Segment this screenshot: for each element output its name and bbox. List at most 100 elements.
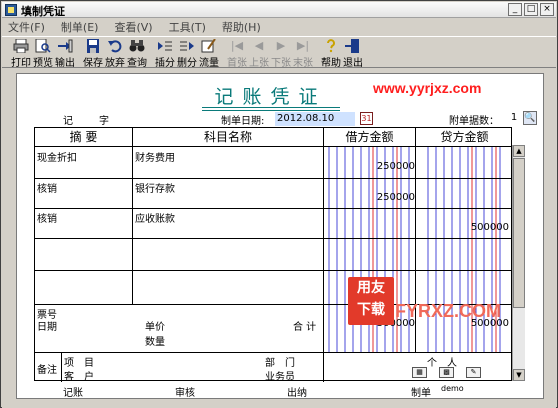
row2-summary[interactable]: 核销 xyxy=(37,180,57,195)
insert-line-button[interactable]: 插分 xyxy=(154,37,176,69)
amount-gridlines xyxy=(328,146,501,352)
menu-view[interactable]: 查看(V) xyxy=(114,19,152,35)
notebook-pen-icon xyxy=(201,39,217,53)
attach-label: 附单据数： xyxy=(449,116,499,127)
discard-label: 放弃 xyxy=(105,58,125,69)
calendar-icon[interactable]: 31 xyxy=(360,112,373,125)
query-button[interactable]: 查询 xyxy=(126,37,148,69)
last-page-icon: ▶| xyxy=(296,39,310,52)
query-label: 查询 xyxy=(127,58,147,69)
delete-line-button[interactable]: 删分 xyxy=(176,37,198,69)
next-button[interactable]: ▶ 下张 xyxy=(270,37,292,69)
unit-price-label: 单价 xyxy=(145,322,165,333)
row2-debit[interactable]: 250000 xyxy=(325,192,415,203)
voucher-type-label[interactable]: 记 xyxy=(63,112,73,127)
insert-line-label: 插分 xyxy=(155,58,175,69)
exit-label: 退出 xyxy=(343,58,363,69)
minimize-button[interactable]: _ xyxy=(508,3,522,16)
preview-label: 预览 xyxy=(33,58,53,69)
edit-icon[interactable]: ✎ xyxy=(466,367,481,378)
window-title: 填制凭证 xyxy=(21,5,65,18)
print-label: 打印 xyxy=(11,58,31,69)
row2-account[interactable]: 银行存款 xyxy=(135,180,175,195)
status-bar xyxy=(2,399,556,408)
yonyou-download-logo: 用友 下载 xyxy=(348,277,394,325)
table-scrollbar[interactable]: ▲ ▼ xyxy=(512,145,525,381)
first-button[interactable]: |◀ 首张 xyxy=(226,37,248,69)
customer-label: 客 户 xyxy=(64,372,94,383)
bill-date-label: 日期 xyxy=(37,322,57,333)
attach-count-input[interactable]: 1 xyxy=(507,112,521,124)
save-button[interactable]: 保存 xyxy=(82,37,104,69)
scroll-down-icon[interactable]: ▼ xyxy=(513,369,525,381)
next-page-icon: ▶ xyxy=(276,39,286,52)
window-controls: _ □ × xyxy=(508,3,554,16)
menu-file[interactable]: 文件(F) xyxy=(8,19,45,35)
export-button[interactable]: 输出 xyxy=(54,37,76,69)
project-label: 项 目 xyxy=(64,358,94,369)
scroll-thumb[interactable] xyxy=(513,158,525,308)
next-label: 下张 xyxy=(271,58,291,69)
title-bar: 填制凭证 _ □ × xyxy=(2,2,556,18)
delete-line-label: 删分 xyxy=(177,58,197,69)
menu-make[interactable]: 制单(E) xyxy=(61,19,99,35)
voucher-type-suffix: 字 xyxy=(99,116,109,127)
total-label: 合 计 xyxy=(293,322,317,333)
image-icon[interactable]: ▩ xyxy=(439,367,454,378)
export-label: 输出 xyxy=(55,58,75,69)
first-page-icon: |◀ xyxy=(230,39,244,52)
header-account: 科目名称 xyxy=(203,130,252,144)
site-watermark: www.yyrjxz.com xyxy=(373,80,482,96)
last-label: 末张 xyxy=(293,58,313,69)
prev-button[interactable]: ◀ 上张 xyxy=(248,37,270,69)
exit-button[interactable]: 退出 xyxy=(342,37,364,69)
bookkeeper-label: 记账 xyxy=(63,388,83,399)
print-button[interactable]: 打印 xyxy=(10,37,32,69)
last-button[interactable]: ▶| 末张 xyxy=(292,37,314,69)
voucher-document: 记账凭证 www.yyrjxz.com 记 字 制单日期: 2012.08.10… xyxy=(16,73,544,399)
salesman-label: 业务员 xyxy=(265,372,295,383)
flow-button[interactable]: 流量 xyxy=(198,37,220,69)
row3-credit[interactable]: 500000 xyxy=(419,222,509,233)
attach-search-icon[interactable]: 🔍 xyxy=(523,111,537,125)
date-input[interactable]: 2012.08.10 xyxy=(275,112,355,126)
maker-name: demo xyxy=(441,384,464,393)
help-button[interactable]: 帮助 xyxy=(320,37,342,69)
row3-summary[interactable]: 核销 xyxy=(37,210,57,225)
flow-label: 流量 xyxy=(199,58,219,69)
menu-help[interactable]: 帮助(H) xyxy=(222,19,261,35)
prev-label: 上张 xyxy=(249,58,269,69)
scroll-up-icon[interactable]: ▲ xyxy=(513,145,525,157)
row1-summary[interactable]: 现金折扣 xyxy=(37,149,77,164)
close-button[interactable]: × xyxy=(540,3,554,16)
row3-account[interactable]: 应收账款 xyxy=(135,210,175,225)
reviewer-label: 审核 xyxy=(175,388,195,399)
discard-button[interactable]: 放弃 xyxy=(104,37,126,69)
header-debit: 借方金额 xyxy=(345,130,394,144)
binoculars-icon xyxy=(129,39,145,53)
voucher-entry-table: 摘 要 科目名称 借方金额 贷方金额 现金折扣 财务费用 250000 核销 银… xyxy=(34,127,513,383)
exit-door-icon xyxy=(345,39,361,53)
row1-debit[interactable]: 250000 xyxy=(325,161,415,172)
maximize-button[interactable]: □ xyxy=(524,3,538,16)
preview-button[interactable]: 预览 xyxy=(32,37,54,69)
delete-row-icon xyxy=(179,39,195,53)
maker-label: 制单 xyxy=(411,388,431,399)
printer-icon xyxy=(13,39,29,53)
floppy-disk-icon xyxy=(85,39,101,53)
stamp-icon[interactable]: ▦ xyxy=(412,367,427,378)
help-question-icon xyxy=(323,39,339,53)
header-summary: 摘 要 xyxy=(69,130,98,144)
first-label: 首张 xyxy=(227,58,247,69)
menu-tools[interactable]: 工具(T) xyxy=(169,19,206,35)
save-label: 保存 xyxy=(83,58,103,69)
voucher-app-icon xyxy=(5,4,17,16)
export-arrow-icon xyxy=(57,39,73,53)
row-tool-icons: ▦ ▩ ✎ xyxy=(412,367,481,378)
menu-bar: 文件(F) 制单(E) 查看(V) 工具(T) 帮助(H) xyxy=(2,19,556,35)
row1-account[interactable]: 财务费用 xyxy=(135,149,175,164)
header-credit: 贷方金额 xyxy=(440,130,489,144)
date-label: 制单日期: xyxy=(221,116,265,127)
quantity-label: 数量 xyxy=(145,337,165,348)
department-label: 部 门 xyxy=(265,358,295,369)
